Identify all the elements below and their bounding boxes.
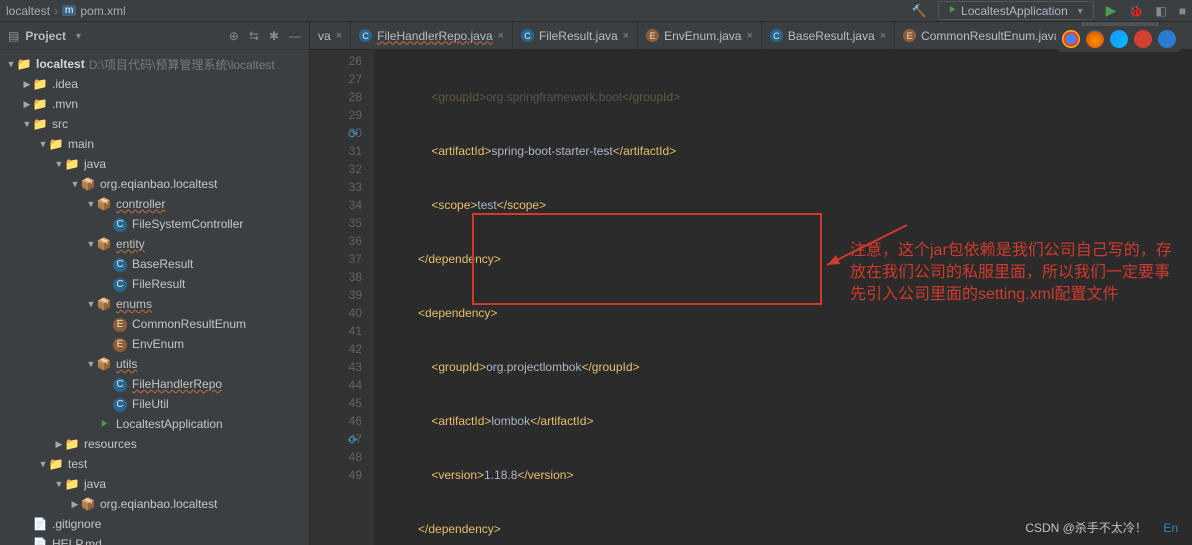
debug-icon[interactable]: 🐞 xyxy=(1128,4,1143,18)
tree-item-app[interactable]: ⯈LocaltestApplication xyxy=(0,414,309,434)
run-icon[interactable]: ▶ xyxy=(1106,2,1117,19)
breadcrumb-file[interactable]: pom.xml xyxy=(80,4,125,18)
close-icon[interactable]: × xyxy=(746,30,752,42)
stop-icon[interactable]: ■ xyxy=(1179,4,1186,18)
tree-item-gitignore[interactable]: 📄.gitignore xyxy=(0,514,309,534)
tree-item-test[interactable]: 📁test xyxy=(0,454,309,474)
gutter: 26 27 28 29 30 31 32 33 34 35 36 37 38 3… xyxy=(310,50,374,545)
watermark: CSDN @杀手不太冷！ En xyxy=(1025,519,1178,537)
tab[interactable]: CFileHandlerRepo.java× xyxy=(351,22,513,50)
tree-root[interactable]: 📁localtestD:\项目代码\预算管理系统\localtest xyxy=(0,54,309,74)
breadcrumb-item[interactable]: localtest xyxy=(6,4,50,18)
tree-item-package[interactable]: 📦org.eqianbao.localtest xyxy=(0,494,309,514)
class-icon: C xyxy=(521,29,534,42)
tree-item-enum[interactable]: ECommonResultEnum xyxy=(0,314,309,334)
safari-icon[interactable] xyxy=(1110,30,1128,48)
enum-icon: E xyxy=(903,29,916,42)
tree-item-main[interactable]: 📁main xyxy=(0,134,309,154)
tree-item-class[interactable]: CFileResult xyxy=(0,274,309,294)
tree-item-mvn[interactable]: 📁.mvn xyxy=(0,94,309,114)
tree-item-src[interactable]: 📁src xyxy=(0,114,309,134)
spring-boot-icon: ⯈ xyxy=(947,3,957,18)
maven-file-icon: m xyxy=(62,5,76,16)
hide-icon[interactable]: — xyxy=(289,29,301,43)
annotation-text: 注意，这个jar包依赖是我们公司自己写的，存放在我们公司的私服里面，所以我们一定… xyxy=(850,240,1182,306)
firefox-icon[interactable] xyxy=(1086,30,1104,48)
select-opened-icon[interactable]: ⊕ xyxy=(229,29,239,43)
tree-item-class[interactable]: CBaseResult xyxy=(0,254,309,274)
tree-item-class[interactable]: CFileSystemController xyxy=(0,214,309,234)
close-icon[interactable]: × xyxy=(623,30,629,42)
ie-icon[interactable] xyxy=(1158,30,1176,48)
run-config-dropdown[interactable]: ⯈ LocaltestApplication ▼ xyxy=(938,1,1093,20)
tree-item-java[interactable]: 📁java xyxy=(0,154,309,174)
tree-item-utils[interactable]: 📦utils xyxy=(0,354,309,374)
close-icon[interactable]: × xyxy=(336,30,342,42)
enum-icon: E xyxy=(646,29,659,42)
breadcrumb: localtest › m pom.xml xyxy=(6,4,126,18)
project-icon: ▤ xyxy=(8,29,19,43)
tree-item-enum[interactable]: EEnvEnum xyxy=(0,334,309,354)
class-icon: C xyxy=(359,29,372,42)
tree-item-controller[interactable]: 📦controller xyxy=(0,194,309,214)
coverage-icon[interactable]: ◧ xyxy=(1155,4,1166,18)
tree-item-class[interactable]: CFileUtil xyxy=(0,394,309,414)
tree-item-enums[interactable]: 📦enums xyxy=(0,294,309,314)
tree-item-java[interactable]: 📁java xyxy=(0,474,309,494)
reload-icon[interactable]: ⟳ xyxy=(348,431,358,449)
tree-item-idea[interactable]: 📁.idea xyxy=(0,74,309,94)
top-bar: localtest › m pom.xml 🔨 ⯈ LocaltestAppli… xyxy=(0,0,1192,22)
tab[interactable]: EEnvEnum.java× xyxy=(638,22,762,50)
gear-icon[interactable]: ✱ xyxy=(269,29,279,43)
project-tool-window: ▤ Project ▼ ⊕ ⇆ ✱ — 📁localtestD:\项目代码\预算… xyxy=(0,22,310,545)
project-title[interactable]: Project xyxy=(25,29,66,43)
tab[interactable]: CBaseResult.java× xyxy=(762,22,895,50)
collapse-icon[interactable]: ⇆ xyxy=(249,29,259,43)
browser-icons xyxy=(1056,26,1182,52)
opera-icon[interactable] xyxy=(1134,30,1152,48)
tree-item-entity[interactable]: 📦entity xyxy=(0,234,309,254)
tab[interactable]: ECommonResultEnum.java× xyxy=(895,22,1081,50)
build-icon[interactable]: 🔨 xyxy=(911,4,926,18)
project-header: ▤ Project ▼ ⊕ ⇆ ✱ — xyxy=(0,22,309,50)
tree-item-class[interactable]: CFileHandlerRepo xyxy=(0,374,309,394)
close-icon[interactable]: × xyxy=(498,30,504,42)
chrome-icon[interactable] xyxy=(1062,30,1080,48)
tree-item-help[interactable]: 📄HELP.md xyxy=(0,534,309,545)
tree-item-resources[interactable]: 📁resources xyxy=(0,434,309,454)
reload-icon[interactable]: ⟳ xyxy=(348,125,358,143)
chevron-down-icon: ▼ xyxy=(1076,6,1085,16)
class-icon: C xyxy=(770,29,783,42)
editor-area: va× CFileHandlerRepo.java× CFileResult.j… xyxy=(310,22,1192,545)
tree-item-package[interactable]: 📦org.eqianbao.localtest xyxy=(0,174,309,194)
chevron-down-icon[interactable]: ▼ xyxy=(74,31,83,41)
close-icon[interactable]: × xyxy=(880,30,886,42)
project-tree[interactable]: 📁localtestD:\项目代码\预算管理系统\localtest 📁.ide… xyxy=(0,50,309,545)
run-config-label: LocaltestApplication xyxy=(961,4,1068,18)
tab[interactable]: va× xyxy=(310,22,351,50)
tab[interactable]: CFileResult.java× xyxy=(513,22,638,50)
